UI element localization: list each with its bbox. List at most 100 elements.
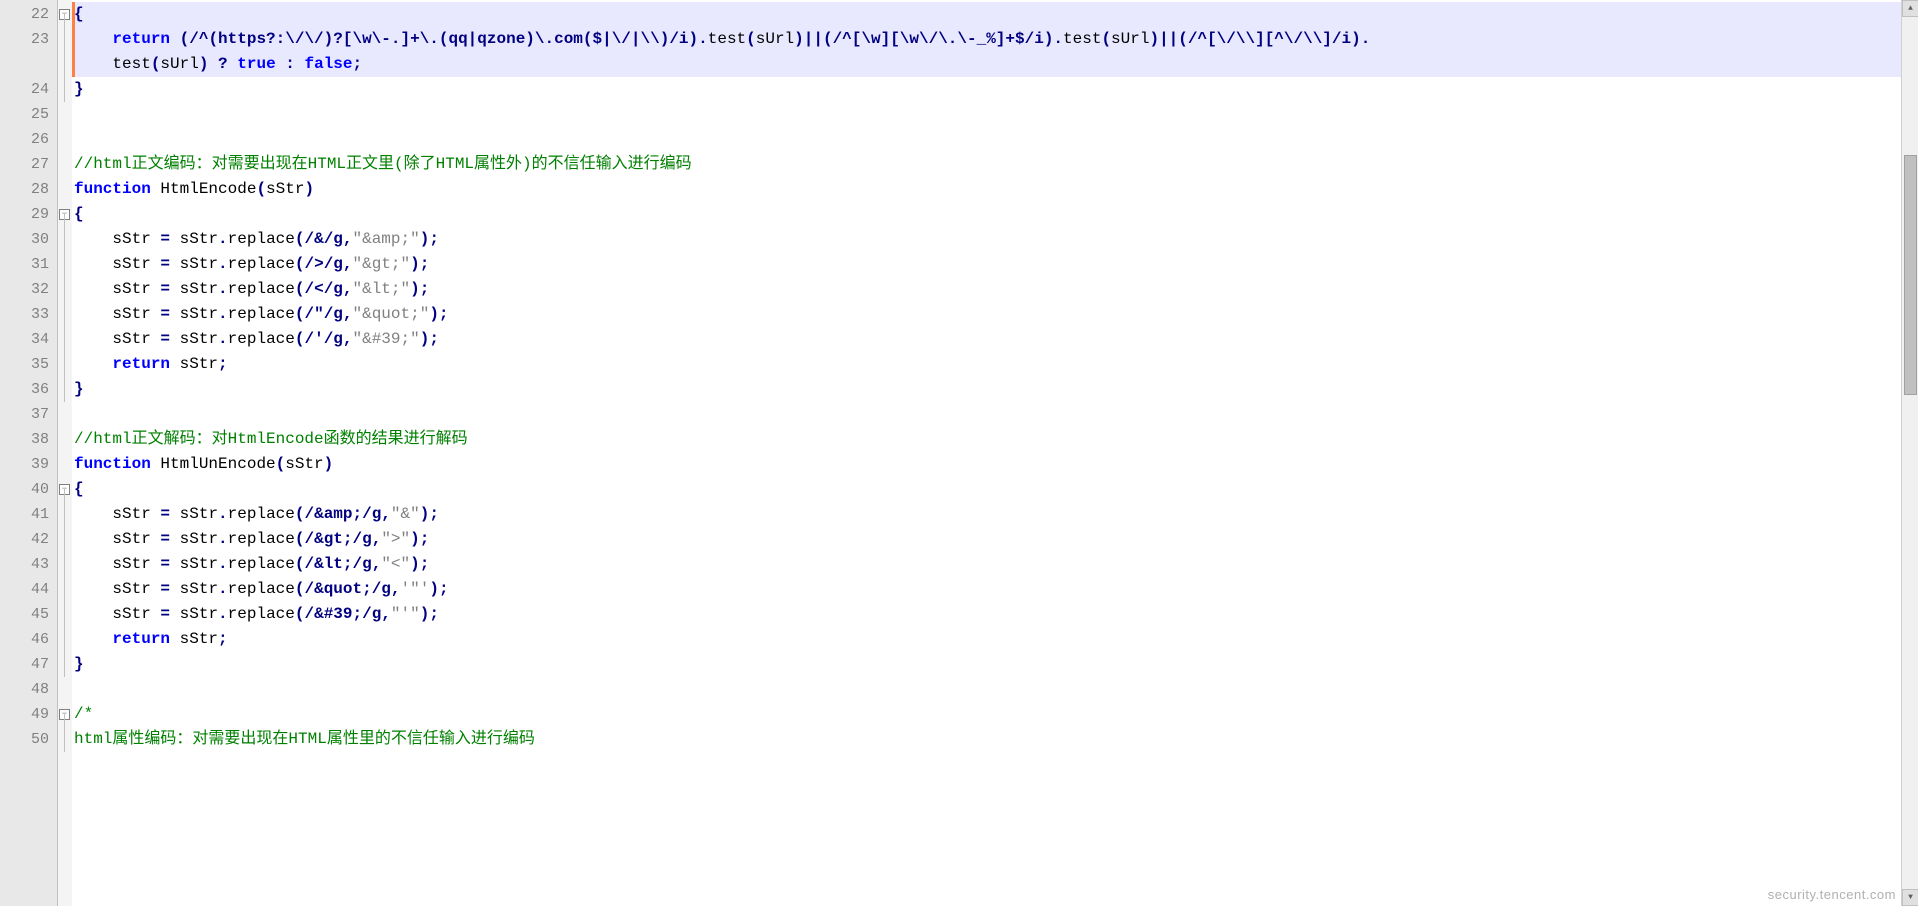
- line-number: 44: [0, 577, 57, 602]
- token-ident: [74, 355, 112, 373]
- token-punct: ,: [343, 280, 353, 298]
- code-line[interactable]: return sStr;: [72, 352, 1918, 377]
- code-line[interactable]: sStr = sStr.replace(/&/g,"&amp;");: [72, 227, 1918, 252]
- code-line[interactable]: [72, 102, 1918, 127]
- token-punct: }: [74, 80, 84, 98]
- token-bool: true: [237, 55, 275, 73]
- token-ident: sStr: [170, 280, 218, 298]
- token-punct: .: [218, 555, 228, 573]
- code-line[interactable]: }: [72, 377, 1918, 402]
- vertical-scrollbar[interactable]: ▲ ▼: [1901, 0, 1918, 906]
- code-line[interactable]: }: [72, 652, 1918, 677]
- token-fn: replace: [228, 530, 295, 548]
- token-punct: {: [74, 480, 84, 498]
- code-line[interactable]: //html正文编码：对需要出现在HTML正文里(除了HTML属性外)的不信任输…: [72, 152, 1918, 177]
- token-op: =: [160, 580, 170, 598]
- code-line[interactable]: {: [72, 477, 1918, 502]
- token-ident: sStr: [170, 255, 218, 273]
- code-line[interactable]: {: [72, 202, 1918, 227]
- token-str: "&gt;": [353, 255, 411, 273]
- line-number: 27: [0, 152, 57, 177]
- token-comment: html属性编码：对需要出现在HTML属性里的不信任输入进行编码: [74, 730, 535, 748]
- token-ident: sStr: [170, 580, 218, 598]
- token-fn: replace: [228, 230, 295, 248]
- token-punct: ): [420, 505, 430, 523]
- code-line[interactable]: [72, 677, 1918, 702]
- line-number-gutter: 2223242526272829303132333435363738394041…: [0, 0, 58, 906]
- code-line[interactable]: sStr = sStr.replace(/&lt;/g,"<");: [72, 552, 1918, 577]
- fold-marker: [58, 327, 72, 352]
- code-line[interactable]: sStr = sStr.replace(/&#39;/g,"'");: [72, 602, 1918, 627]
- token-punct: (: [1101, 30, 1111, 48]
- scroll-up-button[interactable]: ▲: [1902, 0, 1918, 17]
- token-regex: /&amp;/g: [304, 505, 381, 523]
- scroll-down-button[interactable]: ▼: [1902, 889, 1918, 906]
- token-punct: ): [1044, 30, 1054, 48]
- token-fn: test: [112, 55, 150, 73]
- token-punct: ,: [343, 330, 353, 348]
- fold-column[interactable]: − − − −: [58, 0, 72, 906]
- token-punct: (: [151, 55, 161, 73]
- code-line[interactable]: return sStr;: [72, 627, 1918, 652]
- token-punct: ,: [381, 605, 391, 623]
- scroll-thumb[interactable]: [1904, 155, 1917, 395]
- code-line[interactable]: return (/^(https?:\/\/)?[\w\-.]+\.(qq|qz…: [72, 27, 1918, 52]
- line-number: 23: [0, 27, 57, 77]
- token-punct: ): [304, 180, 314, 198]
- token-ident: sStr: [74, 605, 160, 623]
- fold-marker[interactable]: −: [58, 2, 72, 27]
- token-fn: replace: [228, 330, 295, 348]
- code-line[interactable]: sStr = sStr.replace(/"/g,"&quot;");: [72, 302, 1918, 327]
- code-line[interactable]: sStr = sStr.replace(/>/g,"&gt;");: [72, 252, 1918, 277]
- code-line[interactable]: sStr = sStr.replace(/&amp;/g,"&");: [72, 502, 1918, 527]
- token-ident: sStr: [74, 230, 160, 248]
- token-ident: sStr: [74, 305, 160, 323]
- token-punct: ): [429, 305, 439, 323]
- token-ident: [208, 55, 218, 73]
- token-regex: /"/g: [304, 305, 342, 323]
- token-punct: ): [420, 605, 430, 623]
- code-line[interactable]: sStr = sStr.replace(/'/g,"&#39;");: [72, 327, 1918, 352]
- token-op: ||: [804, 30, 823, 48]
- token-ident: [170, 30, 180, 48]
- token-comment: //html正文编码：对需要出现在HTML正文里(除了HTML属性外)的不信任输…: [74, 155, 692, 173]
- code-line[interactable]: //html正文解码：对HtmlEncode函数的结果进行解码: [72, 427, 1918, 452]
- code-line[interactable]: function HtmlEncode(sStr): [72, 177, 1918, 202]
- token-punct: ,: [372, 555, 382, 573]
- code-line[interactable]: [72, 402, 1918, 427]
- code-line[interactable]: sStr = sStr.replace(/&gt;/g,">");: [72, 527, 1918, 552]
- line-number: 36: [0, 377, 57, 402]
- code-line[interactable]: sStr = sStr.replace(/</g,"&lt;");: [72, 277, 1918, 302]
- code-line[interactable]: {: [72, 2, 1918, 27]
- line-number: 49: [0, 702, 57, 727]
- token-punct: ): [324, 455, 334, 473]
- token-fn: replace: [228, 605, 295, 623]
- token-punct: ;: [353, 55, 363, 73]
- fold-marker: [58, 652, 72, 677]
- code-line[interactable]: html属性编码：对需要出现在HTML属性里的不信任输入进行编码: [72, 727, 1918, 752]
- token-op: =: [160, 330, 170, 348]
- token-punct: ;: [429, 230, 439, 248]
- token-str: '"': [401, 580, 430, 598]
- code-line[interactable]: [72, 127, 1918, 152]
- fold-marker[interactable]: −: [58, 202, 72, 227]
- token-punct: ): [410, 555, 420, 573]
- code-line-wrap[interactable]: test(sUrl) ? true : false;: [72, 52, 1918, 77]
- code-area[interactable]: { return (/^(https?:\/\/)?[\w\-.]+\.(qq|…: [72, 0, 1918, 906]
- token-regex: />/g: [304, 255, 342, 273]
- token-op: ||: [1159, 30, 1178, 48]
- fold-marker[interactable]: −: [58, 477, 72, 502]
- token-punct: ): [429, 580, 439, 598]
- token-punct: .: [698, 30, 708, 48]
- token-punct: ;: [218, 630, 228, 648]
- fold-marker: [58, 402, 72, 427]
- code-line[interactable]: sStr = sStr.replace(/&quot;/g,'"');: [72, 577, 1918, 602]
- fold-marker[interactable]: −: [58, 702, 72, 727]
- token-punct: ;: [420, 530, 430, 548]
- code-line[interactable]: function HtmlUnEncode(sStr): [72, 452, 1918, 477]
- code-line[interactable]: /*: [72, 702, 1918, 727]
- code-editor[interactable]: 2223242526272829303132333435363738394041…: [0, 0, 1918, 906]
- token-punct: ;: [439, 305, 449, 323]
- fold-marker: [58, 27, 72, 77]
- code-line[interactable]: }: [72, 77, 1918, 102]
